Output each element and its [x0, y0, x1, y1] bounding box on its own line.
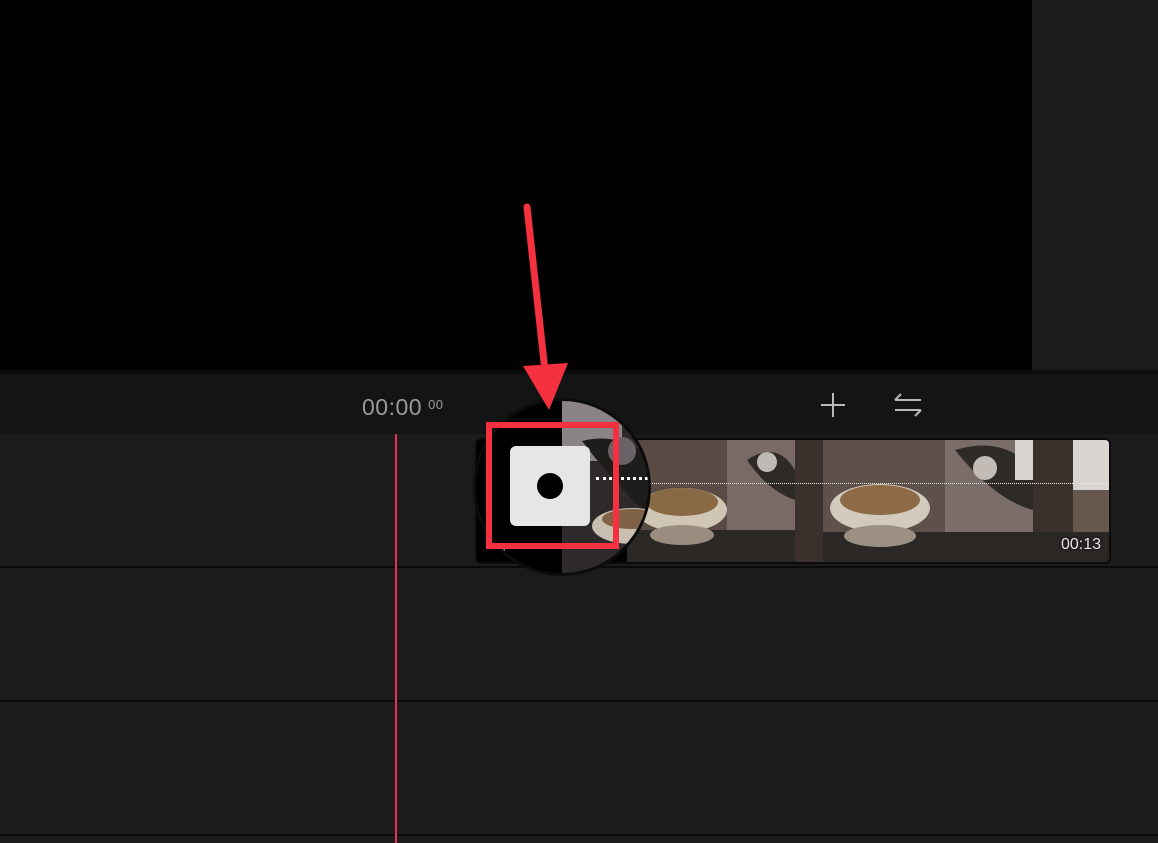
keyframe-dot-icon — [537, 473, 563, 499]
track-divider — [0, 700, 1158, 702]
clip-thumbnail — [627, 440, 795, 562]
magnifier-keyframe-line — [596, 477, 648, 480]
add-button[interactable] — [816, 388, 850, 422]
track-divider — [0, 834, 1158, 836]
clip-keyframe-line — [597, 483, 1109, 484]
clip-thumbnail — [795, 440, 1033, 562]
clip-duration: 00:13 — [1060, 536, 1101, 553]
preview-side-panel — [1032, 0, 1158, 370]
timecode-frames: 00 — [428, 397, 444, 412]
add-keyframe-button[interactable] — [510, 446, 590, 526]
clip-start-label: 0 — [498, 543, 506, 558]
playhead[interactable] — [395, 434, 397, 843]
timecode-main: 00:00 — [362, 394, 423, 420]
swap-button[interactable] — [891, 388, 925, 422]
swap-arrows-icon — [894, 393, 922, 417]
plus-icon — [821, 393, 845, 417]
video-preview — [0, 0, 1032, 370]
timecode: 00:00 00 — [362, 394, 444, 421]
